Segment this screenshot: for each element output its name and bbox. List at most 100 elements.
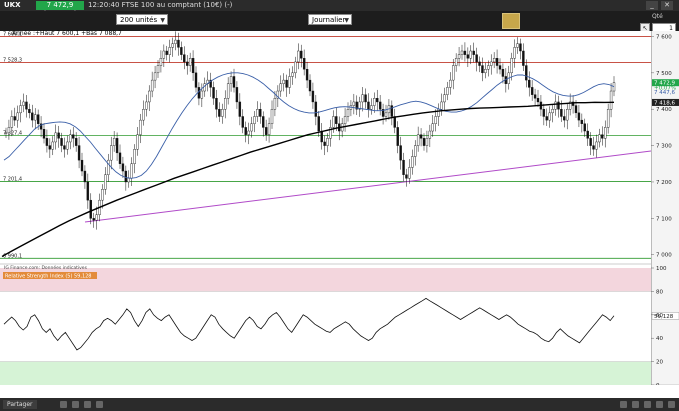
candle-body — [560, 109, 563, 117]
candle-body — [466, 54, 470, 59]
price-tick-label-2: 7 200 — [656, 180, 672, 186]
candle-body — [533, 94, 537, 99]
zoom-in-icon[interactable] — [632, 401, 639, 408]
share-button[interactable]: Partager — [3, 400, 37, 409]
price-tick-label-3: 7 300 — [656, 144, 672, 150]
rsi-tick-label-0: 0 — [656, 383, 660, 385]
candle-body — [133, 149, 136, 164]
rsi-tick-label-3: 60 — [656, 313, 663, 319]
candle-body — [42, 129, 46, 139]
candle-body — [107, 159, 110, 175]
price-chart[interactable]: 7 600,17 528,37 327,47 201,46 990,1 7 00… — [0, 0, 679, 385]
candle-body — [446, 87, 449, 95]
candle-body — [475, 54, 478, 63]
candle-body — [431, 123, 434, 132]
candle-body — [86, 181, 90, 201]
candle-body — [180, 47, 183, 55]
candle-body — [13, 116, 16, 121]
candle-body — [542, 109, 546, 117]
candle-body — [554, 101, 557, 110]
candle-body — [235, 87, 239, 103]
candle-body — [115, 138, 119, 154]
candle-body — [19, 105, 22, 114]
candle-body — [89, 199, 92, 219]
fit-icon[interactable] — [668, 401, 675, 408]
candle-body — [168, 47, 171, 55]
candle-body — [171, 43, 174, 48]
candle-body — [288, 76, 291, 88]
chart-grid — [0, 31, 679, 385]
scroll-right-icon[interactable] — [656, 401, 663, 408]
main-plot-area — [0, 31, 651, 262]
candle-body — [580, 119, 584, 124]
candle-body — [244, 127, 247, 135]
settings-icon[interactable] — [84, 401, 91, 408]
rsi-title: Relative Strength Index (5) 59,128 — [5, 274, 92, 280]
candle-body — [186, 61, 189, 66]
rsi-tick-label-4: 80 — [656, 289, 663, 295]
candle-body — [124, 170, 128, 183]
candle-body — [25, 101, 28, 110]
candle-body — [145, 101, 148, 110]
candle-body — [282, 79, 285, 84]
candle-body — [311, 90, 315, 103]
candle-body — [226, 83, 230, 99]
candle-body — [384, 112, 388, 117]
candle-body — [314, 101, 318, 117]
candle-body — [443, 94, 446, 103]
rsi-line — [3, 297, 615, 351]
candle-body — [335, 116, 338, 124]
candle-body — [583, 123, 586, 132]
candle-body — [516, 43, 519, 48]
candle-body — [495, 58, 499, 66]
candle-body — [428, 130, 432, 139]
rsi-zone-overbought — [0, 268, 651, 292]
candle-body — [232, 76, 236, 88]
candle-body — [481, 65, 484, 74]
rsi-source-label: IG Finance.com: Données indicatives — [4, 264, 88, 271]
candle-body — [215, 98, 218, 110]
screenshot-icon[interactable] — [96, 401, 103, 408]
candle-body — [72, 134, 75, 139]
candle-body — [586, 130, 589, 139]
zoom-out-icon[interactable] — [620, 401, 627, 408]
candle-body — [130, 163, 133, 179]
candle-body — [302, 58, 306, 70]
candle-body — [332, 116, 335, 128]
candle-body — [267, 123, 271, 135]
candle-body — [577, 112, 581, 121]
rsi-tick-label-2: 40 — [656, 336, 663, 342]
candle-body — [188, 58, 192, 66]
candle-body — [601, 134, 604, 139]
candle-body — [194, 72, 198, 88]
candle-body — [253, 116, 256, 124]
candle-body — [139, 119, 142, 135]
candle-body — [80, 159, 84, 172]
candle-body — [469, 50, 472, 59]
draw-tool-icon[interactable] — [60, 401, 67, 408]
candle-body — [457, 54, 461, 59]
candle-body — [460, 50, 464, 55]
indicator-icon[interactable] — [72, 401, 79, 408]
candle-body — [566, 109, 569, 121]
candle-body — [308, 79, 312, 92]
candle-body — [557, 101, 560, 110]
candle-body — [402, 159, 405, 175]
candle-body — [598, 134, 601, 143]
candle-body — [66, 141, 69, 150]
candle-body — [367, 101, 370, 110]
scroll-left-icon[interactable] — [644, 401, 651, 408]
candle-body — [463, 50, 467, 55]
candle-body — [10, 116, 14, 128]
candle-body — [16, 112, 19, 121]
candle-body — [279, 83, 282, 92]
candle-body — [262, 116, 265, 128]
candle-body — [484, 68, 487, 74]
candle-body — [589, 138, 592, 146]
candle-body — [440, 101, 443, 110]
candle-body — [510, 58, 513, 74]
candle-body — [218, 109, 221, 117]
candle-body — [411, 156, 414, 168]
candle-body — [51, 141, 54, 150]
candle-body — [174, 39, 177, 44]
